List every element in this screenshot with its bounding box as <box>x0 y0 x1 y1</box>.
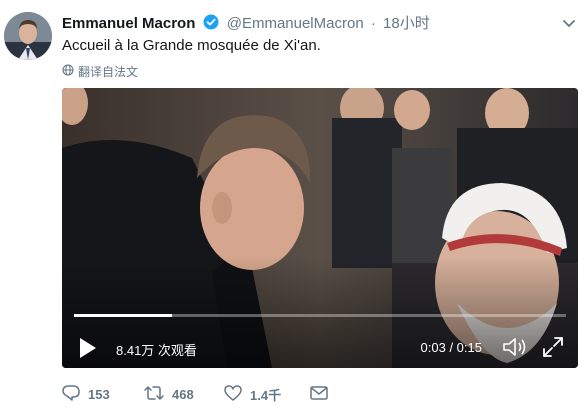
avatar-image <box>4 12 52 60</box>
translate-label: 翻译自法文 <box>78 65 139 79</box>
video-progress-fill <box>74 314 173 317</box>
like-count: 1.4千 <box>250 387 282 403</box>
retweet-button[interactable]: 468 <box>144 385 224 404</box>
video-progress-bar[interactable] <box>74 314 566 317</box>
chevron-down-icon[interactable] <box>562 16 576 34</box>
reply-count: 153 <box>88 386 110 402</box>
message-button[interactable] <box>310 385 328 403</box>
video-player[interactable]: 8.41万 次观看 0:03 / 0:15 <box>62 88 578 368</box>
video-timecode: 0:03 / 0:15 <box>420 340 482 355</box>
tweet-header: Emmanuel Macron @EmmanuelMacron · 18小时 <box>62 12 430 32</box>
video-frame <box>62 88 578 368</box>
tweet-timestamp[interactable]: 18小时 <box>383 15 430 32</box>
like-button[interactable]: 1.4千 <box>224 384 310 404</box>
author-avatar[interactable] <box>4 12 52 60</box>
fullscreen-icon[interactable] <box>542 336 564 363</box>
author-handle[interactable]: @EmmanuelMacron <box>227 15 364 32</box>
tweet-actions: 153 468 1.4千 <box>62 384 328 404</box>
reply-button[interactable]: 153 <box>62 384 144 404</box>
play-icon[interactable] <box>78 336 98 365</box>
globe-icon <box>62 64 74 79</box>
reply-icon <box>62 384 80 404</box>
heart-icon <box>224 384 242 404</box>
tweet-text: Accueil à la Grande mosquée de Xi'an. <box>62 37 321 54</box>
view-count: 8.41万 次观看 <box>116 343 197 358</box>
envelope-icon <box>310 385 328 403</box>
retweet-count: 468 <box>172 386 194 402</box>
separator-dot: · <box>370 15 376 32</box>
retweet-icon <box>144 385 164 404</box>
author-name[interactable]: Emmanuel Macron <box>62 15 195 32</box>
translate-link[interactable]: 翻译自法文 <box>62 63 138 80</box>
verified-badge-icon <box>203 14 219 34</box>
volume-icon[interactable] <box>502 336 528 363</box>
